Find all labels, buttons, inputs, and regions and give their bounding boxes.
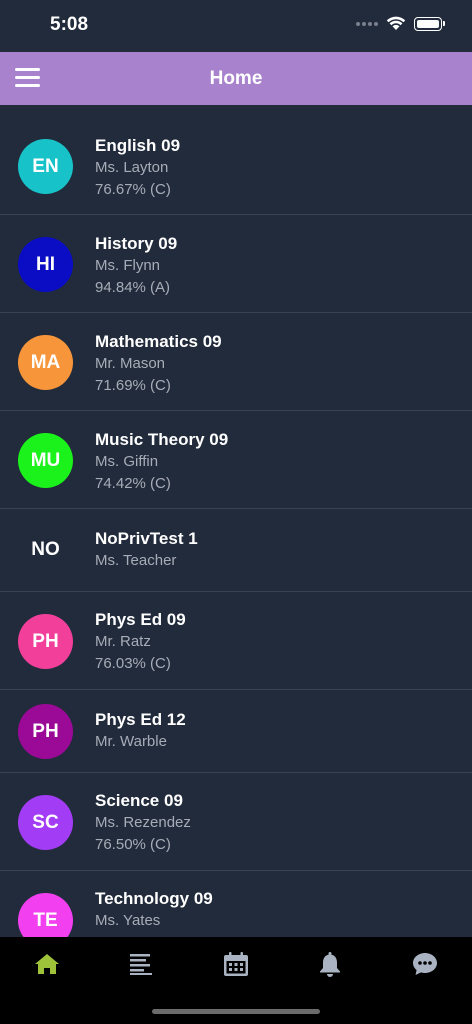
course-grade: 76.67% (C) bbox=[95, 181, 171, 198]
course-teacher: Ms. Yates bbox=[95, 912, 161, 929]
avatar-initials: PH bbox=[32, 720, 59, 742]
tab-home[interactable] bbox=[32, 951, 62, 977]
course-row-noprivtest[interactable]: NO NoPrivTest 1 Ms. Teacher bbox=[0, 509, 472, 592]
course-grade: 76.03% (C) bbox=[95, 655, 171, 672]
course-avatar: HI bbox=[18, 237, 73, 292]
tab-calendar[interactable] bbox=[221, 951, 251, 977]
course-avatar: NO bbox=[18, 522, 73, 577]
course-name: Technology 09 bbox=[95, 889, 213, 908]
status-time: 5:08 bbox=[50, 14, 89, 35]
course-grade: 94.84% (A) bbox=[95, 279, 171, 296]
course-list: EN English 09 Ms. Layton 76.67% (C) HI H… bbox=[0, 115, 472, 937]
course-avatar: MU bbox=[18, 433, 73, 488]
course-teacher: Ms. Teacher bbox=[95, 552, 177, 569]
course-row-phys-ed-09[interactable]: PH Phys Ed 09 Mr. Ratz 76.03% (C) bbox=[0, 592, 472, 690]
course-name: NoPrivTest 1 bbox=[95, 529, 198, 548]
app-header: Home bbox=[0, 52, 472, 105]
calendar-icon bbox=[224, 952, 248, 976]
avatar-initials: MU bbox=[30, 449, 61, 471]
tab-list[interactable] bbox=[126, 951, 156, 977]
tab-messages[interactable] bbox=[410, 951, 440, 977]
avatar-initials: TE bbox=[33, 909, 58, 931]
course-teacher: Ms. Layton bbox=[95, 159, 169, 176]
course-avatar: PH bbox=[18, 704, 73, 759]
course-teacher: Mr. Ratz bbox=[95, 633, 151, 650]
chat-icon bbox=[413, 953, 437, 975]
wifi-icon bbox=[386, 16, 406, 30]
course-avatar: PH bbox=[18, 614, 73, 669]
course-row-music-theory[interactable]: MU Music Theory 09 Ms. Giffin 74.42% (C) bbox=[0, 411, 472, 509]
status-icons bbox=[356, 16, 445, 31]
course-name: History 09 bbox=[95, 234, 178, 253]
course-grade: 71.69% (C) bbox=[95, 377, 171, 394]
course-avatar: SC bbox=[18, 795, 73, 850]
avatar-initials: MA bbox=[30, 351, 61, 373]
course-avatar: TE bbox=[18, 893, 73, 937]
course-name: Mathematics 09 bbox=[95, 332, 222, 351]
course-teacher: Mr. Mason bbox=[95, 355, 166, 372]
course-row-mathematics[interactable]: MA Mathematics 09 Mr. Mason 71.69% (C) bbox=[0, 313, 472, 411]
home-icon bbox=[35, 954, 59, 974]
avatar-initials: PH bbox=[32, 630, 59, 652]
course-row-science[interactable]: SC Science 09 Ms. Rezendez 76.50% (C) bbox=[0, 773, 472, 871]
page-title: Home bbox=[209, 68, 263, 89]
bell-icon bbox=[320, 951, 340, 977]
course-teacher: Ms. Giffin bbox=[95, 453, 159, 470]
home-indicator bbox=[152, 1009, 320, 1014]
course-avatar: EN bbox=[18, 139, 73, 194]
course-avatar: MA bbox=[18, 335, 73, 390]
course-teacher: Mr. Warble bbox=[95, 733, 167, 750]
status-bar: 5:08 bbox=[0, 0, 472, 52]
course-teacher: Ms. Flynn bbox=[95, 257, 161, 274]
course-row-technology[interactable]: TE Technology 09 Ms. Yates bbox=[0, 871, 472, 937]
course-row-phys-ed-12[interactable]: PH Phys Ed 12 Mr. Warble bbox=[0, 690, 472, 773]
course-row-english[interactable]: EN English 09 Ms. Layton 76.67% (C) bbox=[0, 115, 472, 215]
battery-icon bbox=[414, 16, 445, 31]
course-grade: 76.50% (C) bbox=[95, 836, 171, 853]
avatar-initials: HI bbox=[36, 253, 55, 275]
avatar-initials: NO bbox=[31, 538, 60, 560]
course-name: Science 09 bbox=[95, 791, 183, 810]
course-grade: 74.42% (C) bbox=[95, 475, 171, 492]
list-icon bbox=[130, 954, 152, 975]
signal-icon bbox=[356, 21, 378, 26]
course-name: Phys Ed 12 bbox=[95, 710, 186, 729]
course-teacher: Ms. Rezendez bbox=[95, 814, 191, 831]
course-row-history[interactable]: HI History 09 Ms. Flynn 94.84% (A) bbox=[0, 215, 472, 313]
tab-notifications[interactable] bbox=[315, 951, 345, 977]
avatar-initials: EN bbox=[32, 155, 59, 177]
course-name: Music Theory 09 bbox=[95, 430, 229, 449]
course-name: English 09 bbox=[95, 136, 181, 155]
avatar-initials: SC bbox=[32, 811, 59, 833]
course-name: Phys Ed 09 bbox=[95, 610, 186, 629]
